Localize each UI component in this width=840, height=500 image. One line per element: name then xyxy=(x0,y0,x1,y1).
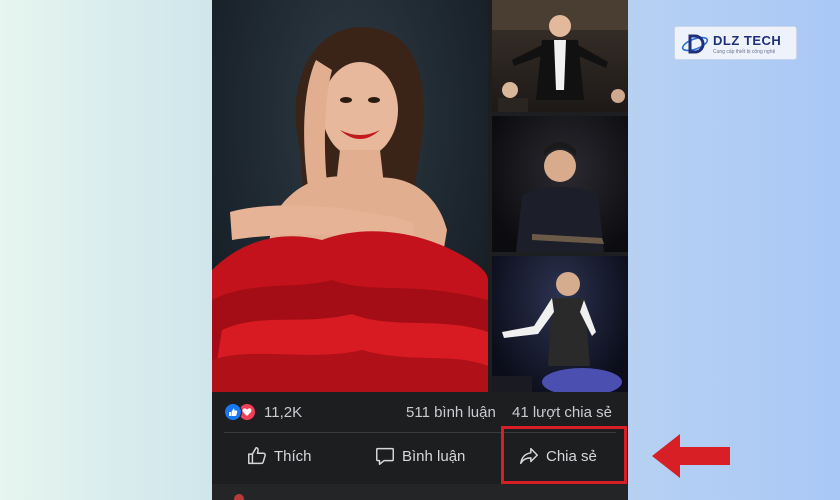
thumbs-up-icon xyxy=(248,447,266,465)
logo-mark-icon xyxy=(681,34,709,54)
conductor-image-2 xyxy=(516,142,604,252)
avatar xyxy=(234,494,244,500)
logo-text: DLZ TECH xyxy=(713,33,782,48)
pointer-arrow-icon xyxy=(652,434,730,478)
next-post-strip xyxy=(212,484,628,500)
post-photo-conductor-1[interactable] xyxy=(492,0,628,112)
comment-button[interactable]: Bình luận xyxy=(374,436,465,476)
dlz-tech-logo: DLZ TECH Cung cấp thiết bị công nghệ xyxy=(674,26,797,60)
reaction-count[interactable]: 11,2K xyxy=(264,404,302,421)
facebook-post: 11,2K 511 bình luận 41 lượt chia sẻ Thíc… xyxy=(212,0,628,500)
share-count[interactable]: 41 lượt chia sẻ xyxy=(512,404,612,421)
like-reaction-icon xyxy=(224,403,242,421)
like-label: Thích xyxy=(274,447,312,465)
conductor-image-3 xyxy=(492,272,622,392)
reaction-icons[interactable] xyxy=(224,403,260,423)
share-highlight-box xyxy=(501,426,627,484)
like-button[interactable]: Thích xyxy=(246,436,312,476)
post-photo-main[interactable] xyxy=(212,0,488,392)
comment-count[interactable]: 511 bình luận xyxy=(406,404,496,421)
post-photo-conductor-2[interactable] xyxy=(492,116,628,252)
post-photo-conductor-3[interactable] xyxy=(492,256,628,392)
logo-tagline: Cung cấp thiết bị công nghệ xyxy=(713,49,776,55)
woman-red-dress-image xyxy=(212,27,488,392)
conductor-image-1 xyxy=(492,0,628,112)
comment-bubble-icon xyxy=(376,447,394,465)
comment-label: Bình luận xyxy=(402,447,466,465)
